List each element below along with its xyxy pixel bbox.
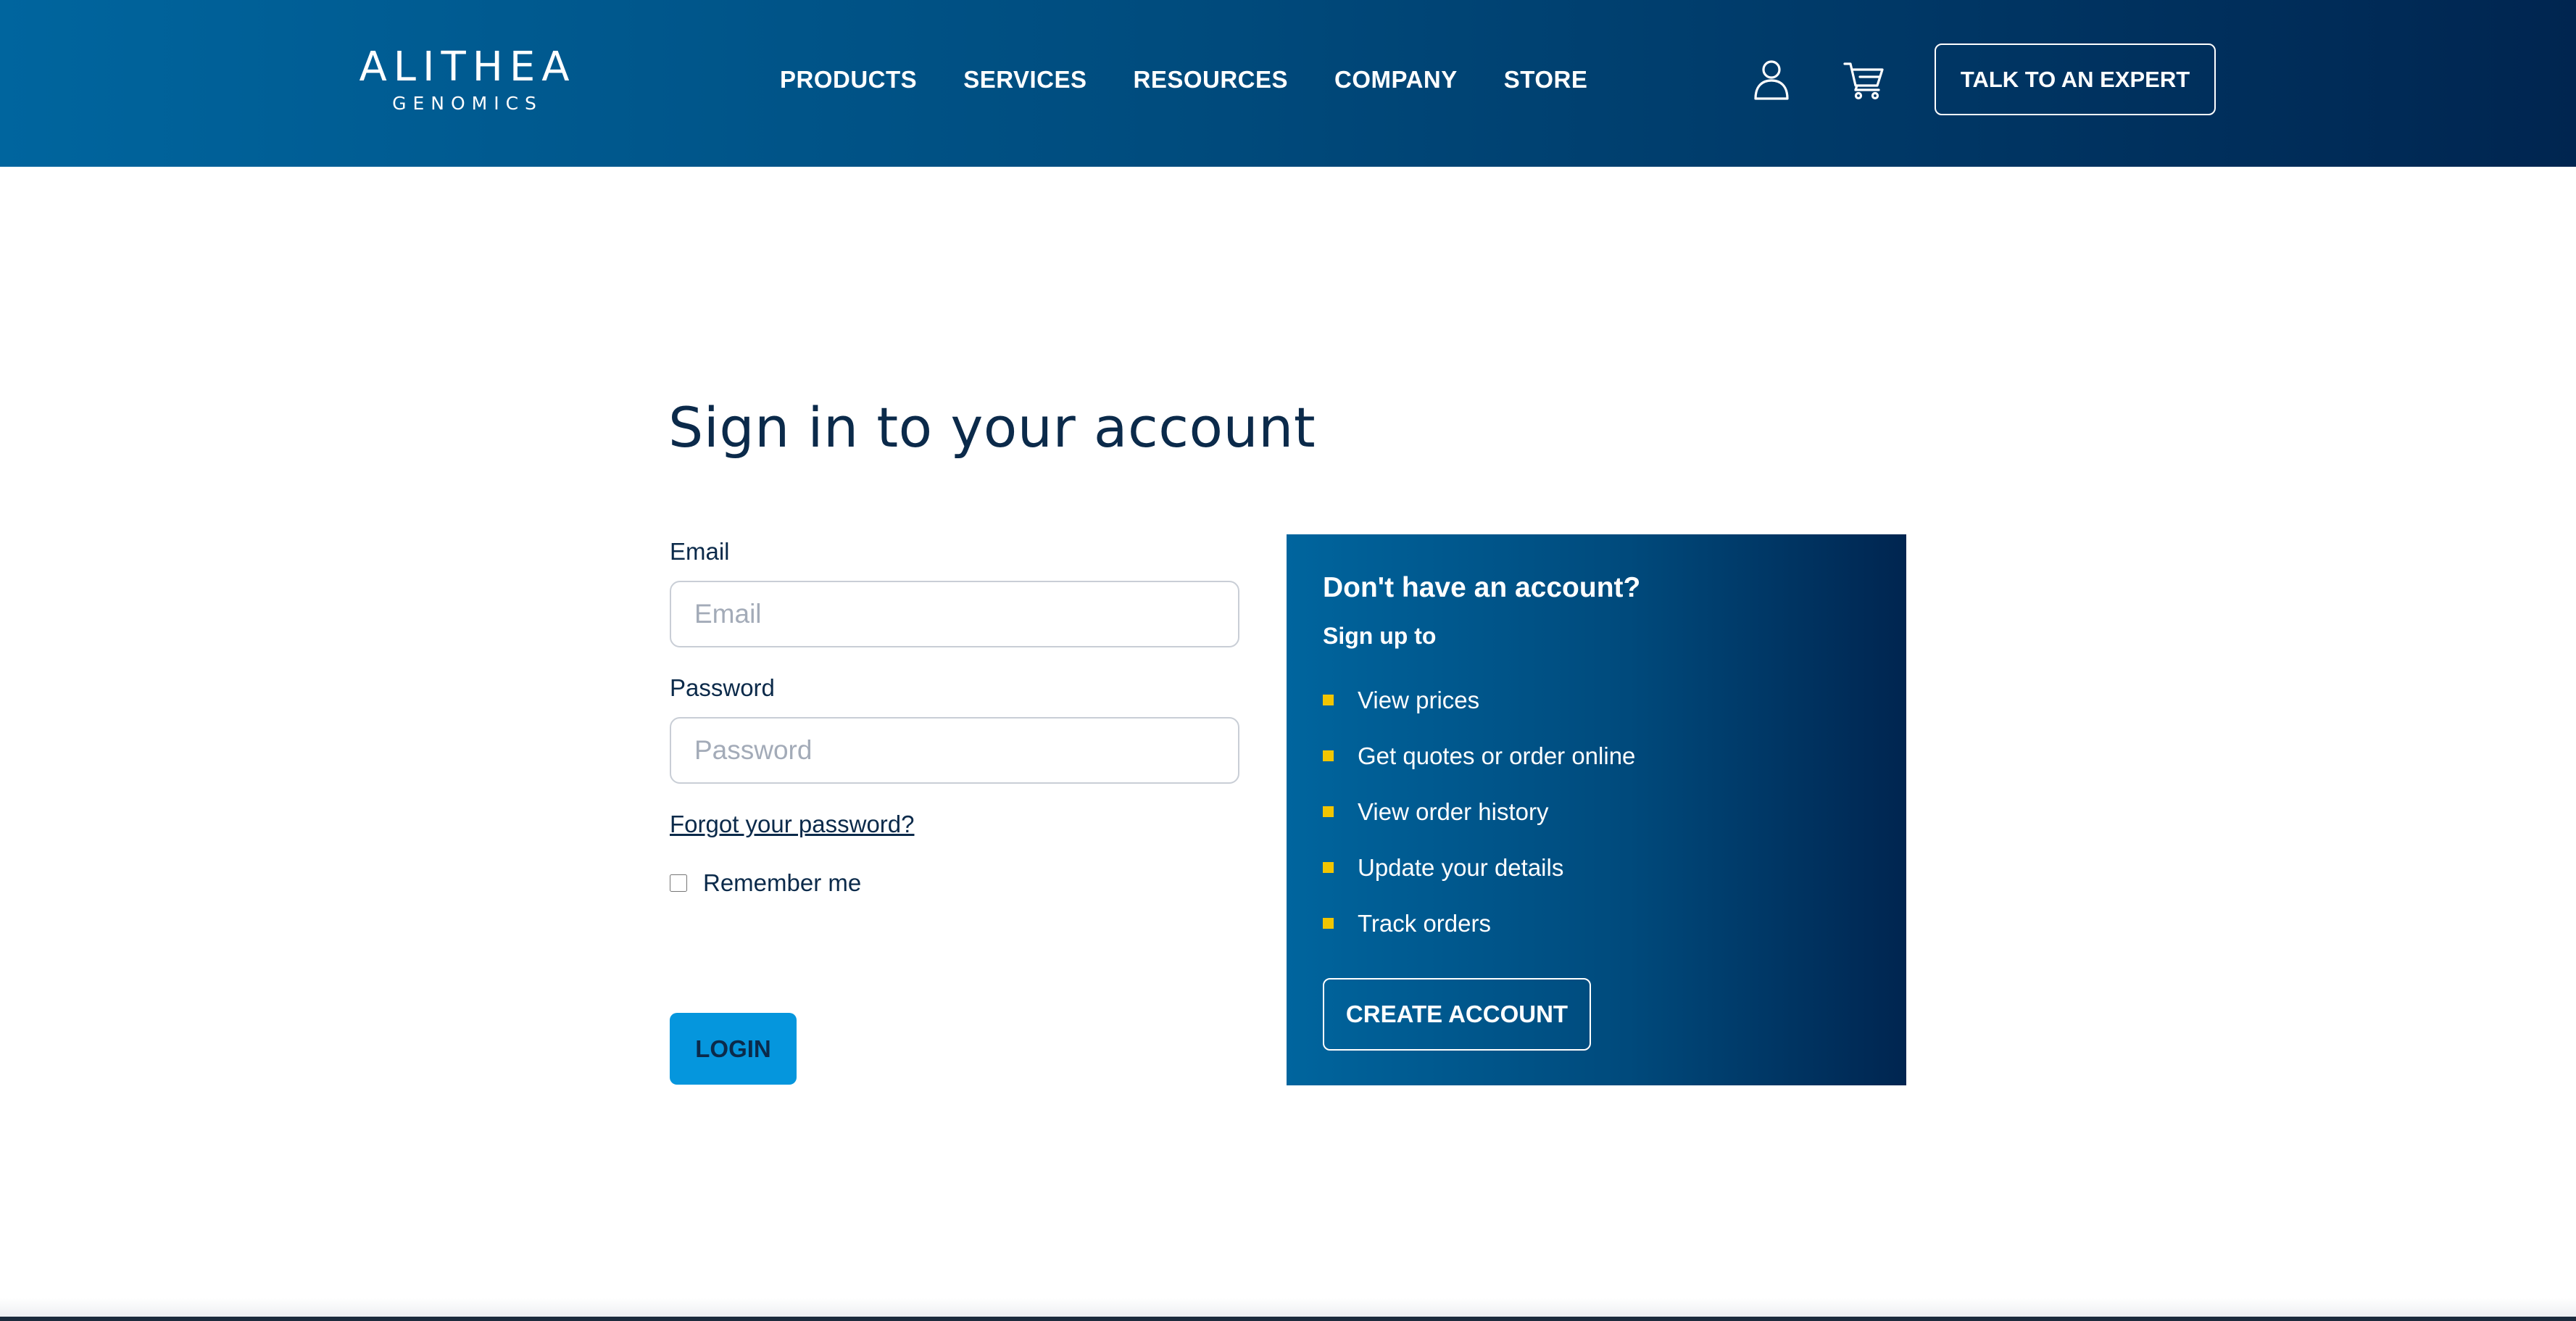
remember-me-row: Remember me	[670, 869, 861, 898]
bullet-square-icon	[1323, 750, 1334, 761]
remember-me-checkbox[interactable]	[670, 874, 687, 892]
main-nav: PRODUCTS SERVICES RESOURCES COMPANY STOR…	[780, 64, 1587, 96]
forgot-password-link[interactable]: Forgot your password?	[670, 811, 915, 838]
user-icon	[1754, 60, 1789, 100]
footer-edge	[0, 1317, 2576, 1321]
benefit-text: Track orders	[1358, 909, 1491, 937]
bullet-square-icon	[1323, 918, 1334, 929]
nav-item-store[interactable]: STORE	[1504, 66, 1588, 94]
nav-item-resources[interactable]: RESOURCES	[1133, 66, 1288, 94]
benefit-text: View prices	[1358, 686, 1480, 713]
benefits-list: View prices Get quotes or order online V…	[1323, 672, 1635, 951]
logo-wordmark: ALITHEA	[359, 44, 576, 91]
benefit-text: Update your details	[1358, 853, 1564, 881]
benefit-text: Get quotes or order online	[1358, 742, 1636, 769]
list-item: View prices	[1323, 672, 1635, 728]
page-title: Sign in to your account	[668, 395, 1316, 460]
list-item: Track orders	[1323, 895, 1635, 951]
signup-title: Don't have an account?	[1323, 572, 1641, 603]
account-button[interactable]	[1745, 54, 1798, 106]
signup-subtitle: Sign up to	[1323, 623, 1437, 649]
list-item: Update your details	[1323, 840, 1635, 895]
bullet-square-icon	[1323, 806, 1334, 817]
site-header: ALITHEA GENOMICS PRODUCTS SERVICES RESOU…	[0, 0, 2576, 167]
benefit-text: View order history	[1358, 798, 1549, 825]
remember-me-label[interactable]: Remember me	[703, 869, 861, 897]
alithea-logo[interactable]: ALITHEA GENOMICS	[359, 45, 576, 117]
logo-subtext: GENOMICS	[392, 93, 543, 114]
cart-icon	[1843, 62, 1884, 100]
nav-item-services[interactable]: SERVICES	[963, 66, 1087, 94]
create-account-button[interactable]: CREATE ACCOUNT	[1323, 978, 1591, 1051]
nav-item-company[interactable]: COMPANY	[1334, 66, 1458, 94]
signup-panel: Don't have an account? Sign up to View p…	[1287, 534, 1906, 1085]
cart-button[interactable]	[1838, 54, 1890, 106]
talk-to-expert-button[interactable]: TALK TO AN EXPERT	[1935, 44, 2216, 115]
email-label: Email	[670, 538, 730, 565]
password-field[interactable]	[670, 717, 1239, 784]
password-label: Password	[670, 674, 775, 701]
list-item: View order history	[1323, 784, 1635, 840]
list-item: Get quotes or order online	[1323, 728, 1635, 784]
login-button[interactable]: LOGIN	[670, 1013, 797, 1085]
bullet-square-icon	[1323, 695, 1334, 705]
nav-item-products[interactable]: PRODUCTS	[780, 66, 917, 94]
email-field[interactable]	[670, 581, 1239, 647]
bullet-square-icon	[1323, 862, 1334, 873]
